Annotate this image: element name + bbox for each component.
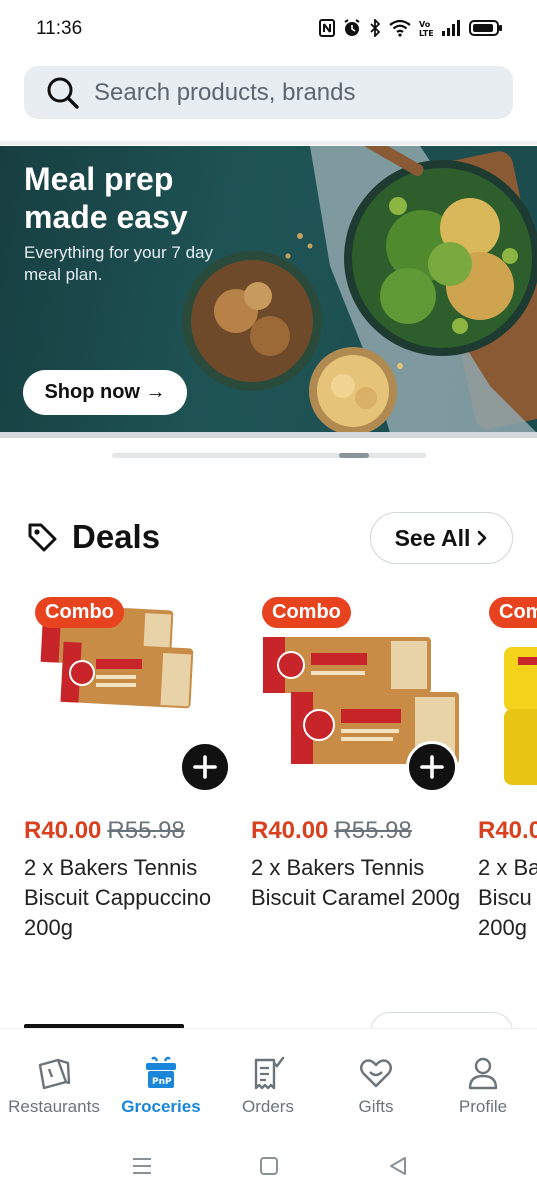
- banner-subtitle: Everything for your 7 day meal plan.: [24, 243, 213, 284]
- nav-profile[interactable]: Profile: [429, 1029, 537, 1127]
- combo-badge: Combo: [35, 597, 124, 628]
- svg-text:LTE: LTE: [419, 29, 433, 37]
- next-section-peek: [0, 1012, 537, 1028]
- nav-label: Restaurants: [8, 1097, 100, 1116]
- bluetooth-icon: [369, 19, 381, 37]
- product-card[interactable]: Combo R40.00 R55.98 2 x Bakers Tennis Bis…: [24, 597, 236, 957]
- restaurant-bag-icon: [38, 1058, 71, 1090]
- deals-header: Deals See All: [24, 512, 513, 564]
- nav-restaurants[interactable]: Restaurants: [0, 1029, 108, 1127]
- bottom-nav: Restaurants PnP Groceries Orders Gifts P…: [0, 1028, 537, 1126]
- battery-icon: [469, 19, 503, 37]
- nav-label: Profile: [458, 1097, 508, 1116]
- price-row: R40.00 R55.98: [251, 817, 412, 845]
- signal-icon: [441, 20, 461, 36]
- system-nav-bar: [0, 1128, 537, 1200]
- add-to-cart-button[interactable]: [406, 741, 458, 793]
- volte-icon: Vo LTE: [419, 19, 433, 37]
- status-time: 11:36: [36, 18, 83, 39]
- wifi-icon: [389, 19, 411, 37]
- nav-gifts[interactable]: Gifts: [322, 1029, 430, 1127]
- chevron-right-icon: [478, 530, 487, 546]
- product-name[interactable]: 2 x Ba Biscu 200g: [478, 853, 537, 943]
- price-row: R40.0: [478, 817, 537, 845]
- see-all-button[interactable]: See All: [370, 512, 513, 564]
- nfc-icon: [319, 19, 335, 37]
- alarm-icon: [343, 19, 361, 37]
- back-icon[interactable]: [388, 1156, 408, 1176]
- svg-text:Vo: Vo: [419, 20, 431, 29]
- search-icon: [47, 77, 79, 109]
- old-price: R55.98: [107, 817, 185, 844]
- tag-icon: [28, 523, 57, 552]
- product-name[interactable]: 2 x Bakers Tennis Biscuit Cappuccino 200…: [24, 853, 236, 943]
- see-all-label: See All: [394, 524, 471, 551]
- home-icon[interactable]: [259, 1156, 279, 1176]
- price: R40.00: [251, 817, 329, 844]
- add-to-cart-button[interactable]: [179, 741, 231, 793]
- deals-title: Deals: [72, 518, 161, 555]
- nav-label: Groceries: [121, 1097, 201, 1116]
- price: R40.00: [24, 817, 102, 844]
- nav-label: Gifts: [358, 1097, 394, 1116]
- plus-icon: [193, 755, 217, 779]
- price: R40.0: [478, 817, 537, 844]
- search-bar[interactable]: Search products, brands: [24, 66, 513, 119]
- product-name[interactable]: 2 x Bakers Tennis Biscuit Caramel 200g: [251, 853, 463, 913]
- banner-title: Meal prep made easy: [24, 161, 188, 235]
- product-card[interactable]: Com R40.0 2 x Ba Biscu 200g: [478, 597, 537, 957]
- carousel-indicator: [112, 453, 426, 458]
- groceries-icon: PnP: [146, 1056, 176, 1088]
- profile-icon: [468, 1057, 498, 1090]
- banner-edge: [0, 432, 537, 438]
- next-section-see-all[interactable]: [370, 1012, 513, 1028]
- old-price: R55.98: [334, 817, 412, 844]
- nav-orders[interactable]: Orders: [214, 1029, 322, 1127]
- product-card[interactable]: Combo R40.00 R55.98 2 x Bakers Tennis Bis…: [251, 597, 463, 957]
- price-row: R40.00 R55.98: [24, 817, 185, 845]
- status-bar: 11:36 Vo LTE: [0, 0, 537, 60]
- promo-banner[interactable]: Meal prep made easy Everything for your …: [0, 146, 537, 433]
- carousel-indicator-thumb: [339, 453, 369, 458]
- combo-badge: Combo: [262, 597, 351, 628]
- menu-icon[interactable]: [131, 1156, 153, 1176]
- combo-badge: Com: [489, 597, 537, 628]
- search-input[interactable]: Search products, brands: [94, 79, 355, 107]
- nav-label: Orders: [242, 1097, 294, 1116]
- gifts-heart-icon: [360, 1059, 392, 1088]
- shop-now-button[interactable]: Shop now →: [23, 370, 187, 415]
- status-icons: Vo LTE: [319, 19, 503, 37]
- nav-groceries[interactable]: PnP Groceries: [107, 1029, 215, 1127]
- orders-receipt-icon: [254, 1056, 285, 1090]
- divider: [0, 141, 537, 145]
- plus-icon: [420, 755, 444, 779]
- svg-text:PnP: PnP: [152, 1077, 172, 1087]
